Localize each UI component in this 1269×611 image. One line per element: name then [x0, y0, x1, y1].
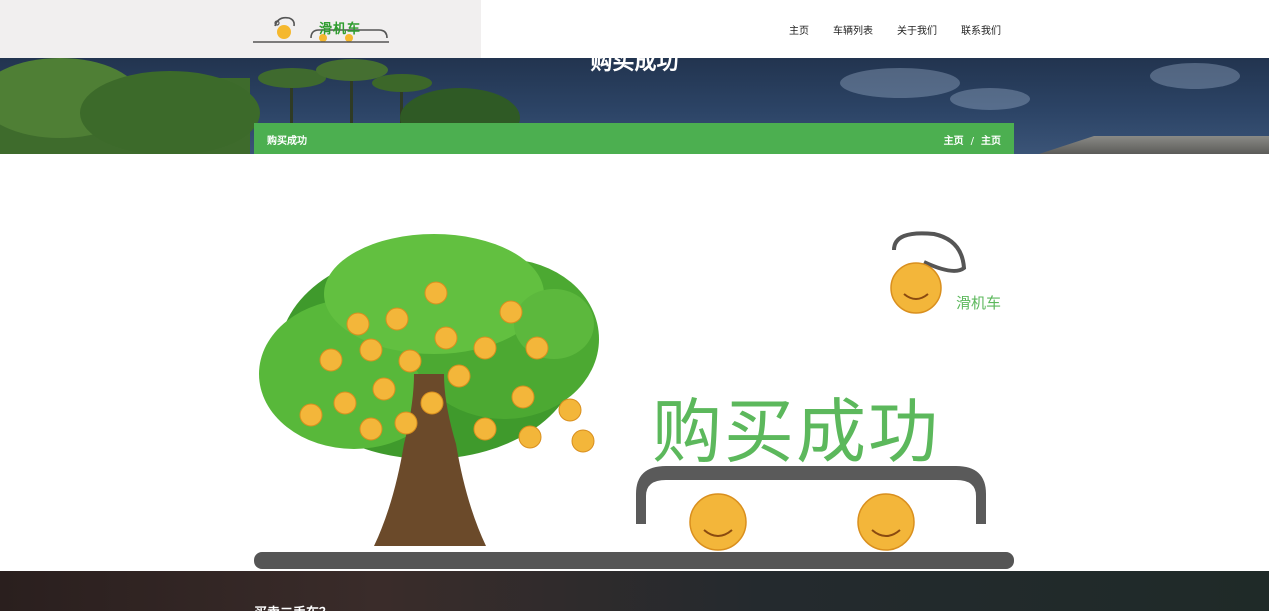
site-header: 滑机车 主页 车辆列表 关于我们 联系我们 — [0, 0, 1269, 58]
site-logo[interactable]: 滑机车 — [253, 12, 393, 46]
brand-text: 滑机车 — [956, 294, 1002, 312]
breadcrumb: 主页 / 主页 — [944, 132, 1001, 147]
main-nav: 主页 车辆列表 关于我们 联系我们 — [789, 0, 1001, 58]
nav-home[interactable]: 主页 — [789, 22, 809, 37]
banner-title: 购买成功 — [590, 58, 679, 75]
nav-about-us[interactable]: 关于我们 — [897, 22, 937, 37]
breadcrumb-bar: 购买成功 主页 / 主页 — [254, 123, 1014, 154]
logo-area: 滑机车 — [0, 0, 481, 58]
nav-vehicle-list[interactable]: 车辆列表 — [833, 22, 873, 37]
nav-contact-us[interactable]: 联系我们 — [961, 22, 1001, 37]
purchase-success-text: 购买成功 — [652, 391, 940, 473]
breadcrumb-page-title: 购买成功 — [267, 136, 307, 147]
logo-text: 滑机车 — [319, 22, 362, 37]
cloud-decoration — [950, 88, 1030, 110]
purchase-success-illustration: 滑机车 购买成功 — [254, 154, 1014, 571]
money-tree-image — [254, 231, 1014, 569]
breadcrumb-separator: / — [970, 136, 974, 147]
footer-title: 买卖二手车？ — [254, 602, 332, 611]
breadcrumb-current: 主页 — [981, 136, 1001, 147]
breadcrumb-home-link[interactable]: 主页 — [944, 136, 964, 147]
footer-section: 买卖二手车？ — [0, 571, 1269, 611]
roof-decoration — [1039, 136, 1269, 154]
